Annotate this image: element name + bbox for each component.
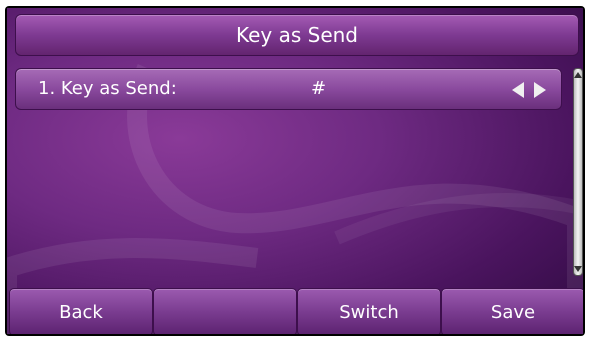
save-button[interactable]: Save <box>441 288 583 334</box>
arrow-left-icon[interactable] <box>512 82 524 98</box>
save-button-label: Save <box>490 301 536 323</box>
empty-softkey[interactable] <box>153 288 297 334</box>
scroll-up-icon[interactable] <box>574 72 582 78</box>
switch-button[interactable]: Switch <box>297 288 441 334</box>
page-title: Key as Send <box>235 23 359 47</box>
switch-button-label: Switch <box>339 301 399 323</box>
wallpaper: Key as Send 1. Key as Send: # Back Switc… <box>7 8 583 334</box>
phone-screen: Key as Send 1. Key as Send: # Back Switc… <box>5 6 585 336</box>
softkey-bar: Back Switch Save <box>9 288 583 334</box>
menu-item-label: 1. Key as Send: <box>38 78 177 99</box>
scroll-down-icon[interactable] <box>574 266 582 272</box>
title-bar: Key as Send <box>15 14 579 56</box>
arrow-right-icon[interactable] <box>534 82 546 98</box>
menu-item-value: # <box>311 78 327 99</box>
back-button-label: Back <box>59 301 103 323</box>
menu-item-key-as-send[interactable]: 1. Key as Send: # <box>15 68 562 110</box>
scrollbar[interactable] <box>573 68 583 276</box>
back-button[interactable]: Back <box>9 288 153 334</box>
